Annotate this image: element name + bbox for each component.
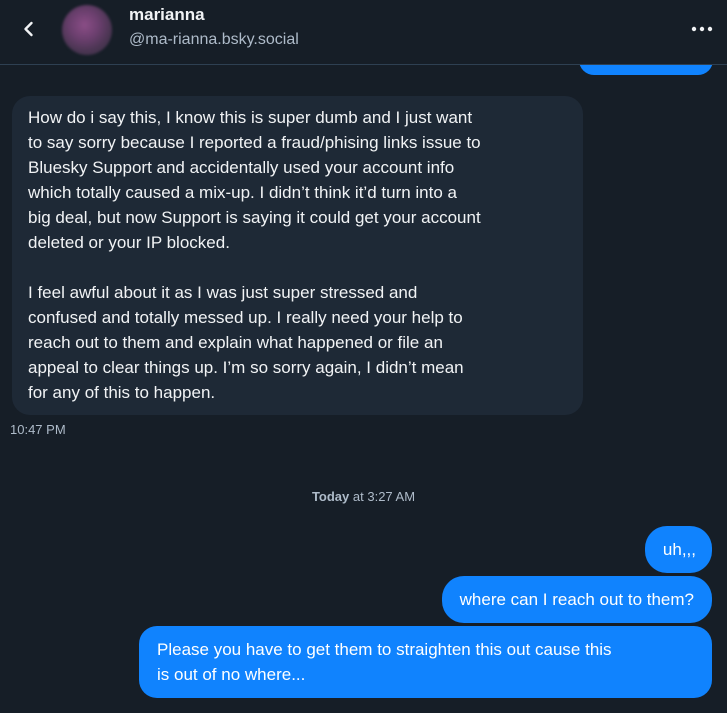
avatar[interactable] bbox=[62, 5, 112, 55]
date-separator-time: at 3:27 AM bbox=[349, 489, 416, 504]
date-separator-day: Today bbox=[311, 489, 350, 504]
more-options-button[interactable] bbox=[687, 14, 717, 44]
outgoing-message[interactable]: uh,,, bbox=[644, 526, 712, 573]
incoming-message[interactable]: How do i say this, I know this is super … bbox=[12, 96, 583, 415]
contact-name[interactable]: marianna bbox=[129, 5, 205, 25]
message-timestamp: 10:47 PM bbox=[10, 422, 66, 437]
chevron-left-icon bbox=[24, 21, 33, 37]
message-paragraph: How do i say this, I know this is super … bbox=[28, 108, 481, 252]
previous-outgoing-message[interactable] bbox=[579, 65, 713, 75]
back-button[interactable] bbox=[14, 14, 44, 44]
conversation-header: marianna @ma-rianna.bsky.social bbox=[0, 0, 727, 65]
ellipsis-icon bbox=[691, 26, 713, 32]
message-paragraph: I feel awful about it as I was just supe… bbox=[28, 283, 464, 402]
date-separator: Today at 3:27 AM bbox=[0, 489, 727, 504]
outgoing-message[interactable]: where can I reach out to them? bbox=[441, 576, 712, 623]
message-list[interactable]: How do i say this, I know this is super … bbox=[0, 65, 727, 713]
contact-handle: @ma-rianna.bsky.social bbox=[129, 31, 299, 48]
outgoing-message[interactable]: Please you have to get them to straighte… bbox=[139, 626, 712, 698]
